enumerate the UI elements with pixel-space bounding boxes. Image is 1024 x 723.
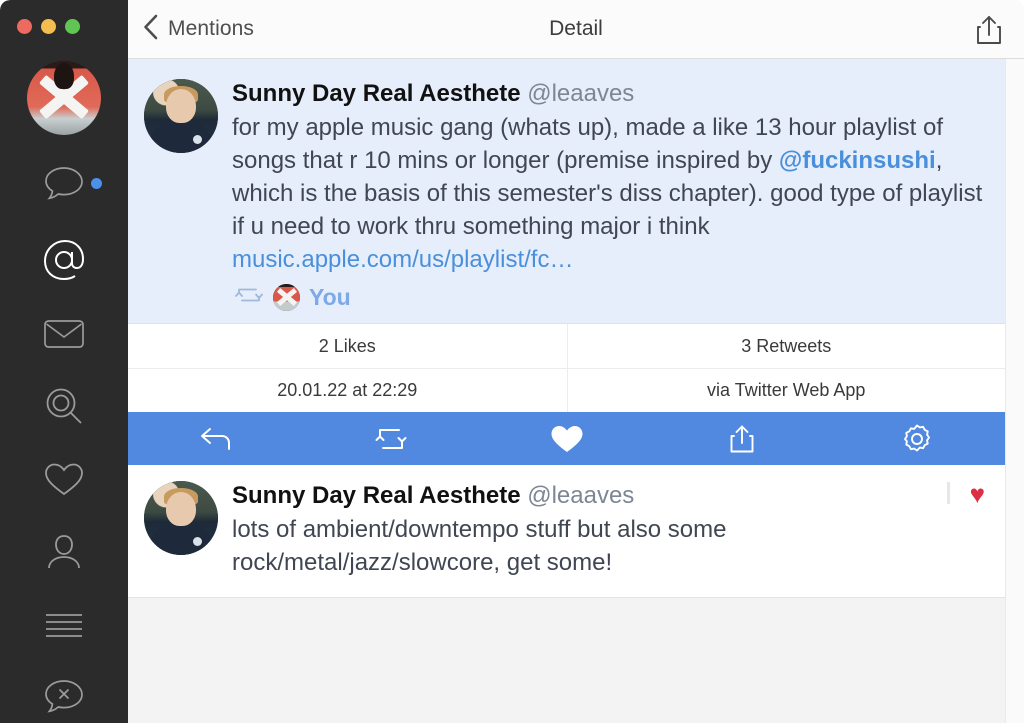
handle[interactable]: @leaaves: [527, 482, 634, 509]
detail-scroll-area: Sunny Day Real Aesthete @leaaves for my …: [128, 59, 1005, 723]
tweet-text: for my apple music gang (whats up), made…: [232, 111, 989, 276]
person-icon: [45, 533, 83, 571]
reply-icon: [200, 427, 230, 450]
content-area: Sunny Day Real Aesthete @leaaves for my …: [128, 59, 1024, 723]
avatar-face-shape: [166, 89, 196, 124]
retweeter-avatar[interactable]: [273, 284, 300, 312]
tweet-url-link[interactable]: music.apple.com/us/playlist/fc…: [232, 246, 573, 273]
minimize-window-button[interactable]: [41, 19, 56, 34]
sidebar: [0, 0, 128, 723]
empty-list-area: [128, 598, 1005, 659]
actions-gear-button[interactable]: [830, 423, 1005, 455]
unread-badge-dot: [91, 178, 102, 189]
sidebar-item-timeline[interactable]: [0, 155, 128, 211]
avatar-head-shape: [54, 63, 74, 89]
avatar-logo-shape: [193, 135, 202, 144]
tweet-body: Sunny Day Real Aesthete @leaaves for my …: [232, 79, 989, 312]
close-window-button[interactable]: [17, 19, 32, 34]
tweet-body: Sunny Day Real Aesthete @leaaves lots of…: [232, 481, 989, 579]
share-icon: [977, 16, 1001, 44]
tweet-stats-table: 2 Likes 3 Retweets 20.01.22 at 22:29 via…: [128, 323, 1006, 413]
search-icon: [44, 386, 84, 426]
retweet-icon: [375, 428, 407, 449]
reply-button[interactable]: [128, 426, 303, 452]
share-button[interactable]: [975, 14, 1003, 51]
account-avatar[interactable]: [27, 61, 101, 135]
titlebar: Mentions Detail: [128, 0, 1024, 59]
heart-filled-icon: [551, 425, 583, 452]
share-icon: [730, 425, 754, 453]
handle[interactable]: @leaaves: [527, 80, 634, 107]
retweeted-by-row: You: [232, 284, 989, 312]
window-controls: [17, 19, 80, 34]
avatar[interactable]: [144, 481, 218, 556]
likes-count[interactable]: 2 Likes: [128, 324, 567, 368]
tweet-text: lots of ambient/downtempo stuff but also…: [232, 516, 727, 577]
retweet-button[interactable]: [303, 426, 478, 452]
retweets-count[interactable]: 3 Retweets: [566, 324, 1006, 369]
display-name[interactable]: Sunny Day Real Aesthete: [232, 80, 521, 107]
speech-bubble-icon: [43, 165, 85, 201]
sidebar-item-lists[interactable]: [0, 597, 128, 653]
sidebar-item-messages[interactable]: [0, 306, 128, 362]
display-name[interactable]: Sunny Day Real Aesthete: [232, 482, 521, 509]
sidebar-item-profile[interactable]: [0, 524, 128, 580]
sidebar-item-muted[interactable]: [0, 668, 128, 723]
reply-tweet[interactable]: Sunny Day Real Aesthete @leaaves lots of…: [128, 465, 1005, 599]
heart-icon: [43, 460, 85, 498]
like-button[interactable]: [479, 424, 654, 454]
stats-row-meta: 20.01.22 at 22:29 via Twitter Web App: [128, 368, 1006, 413]
retweeted-by-label[interactable]: You: [309, 284, 351, 311]
maximize-window-button[interactable]: [65, 19, 80, 34]
list-lines-icon: [43, 611, 85, 639]
status-tick-mark: [947, 482, 950, 505]
main-tweet[interactable]: Sunny Day Real Aesthete @leaaves for my …: [128, 59, 1005, 324]
action-bar: [128, 412, 1005, 466]
page-title: Detail: [549, 17, 603, 40]
sidebar-item-search[interactable]: [0, 378, 128, 434]
tweet-author-line: Sunny Day Real Aesthete @leaaves: [232, 79, 989, 109]
tweet-author-line: Sunny Day Real Aesthete @leaaves: [232, 481, 989, 511]
stats-row-counts: 2 Likes 3 Retweets: [128, 324, 1006, 369]
avatar-face-shape: [166, 491, 196, 526]
sidebar-item-likes[interactable]: [0, 451, 128, 507]
main-column: Mentions Detail Sunny Day Real Aesthete …: [128, 0, 1024, 723]
retweet-icon: [234, 284, 264, 311]
sidebar-item-mentions[interactable]: [0, 232, 128, 288]
twitter-client-window: Mentions Detail Sunny Day Real Aesthete …: [0, 0, 1024, 723]
source-app: via Twitter Web App: [566, 369, 1006, 413]
avatar[interactable]: [144, 79, 218, 153]
retweeter-avatar-image: [273, 284, 300, 312]
share-action-button[interactable]: [654, 424, 829, 454]
timestamp: 20.01.22 at 22:29: [277, 380, 418, 401]
mention-link[interactable]: @fuckinsushi: [779, 147, 936, 174]
envelope-icon: [43, 318, 85, 350]
liked-heart-indicator: ♥: [969, 479, 985, 510]
vertical-scrollbar[interactable]: [1005, 59, 1024, 723]
gear-icon: [904, 424, 931, 452]
mute-bubble-icon: [43, 678, 85, 714]
at-sign-icon: [42, 238, 86, 282]
